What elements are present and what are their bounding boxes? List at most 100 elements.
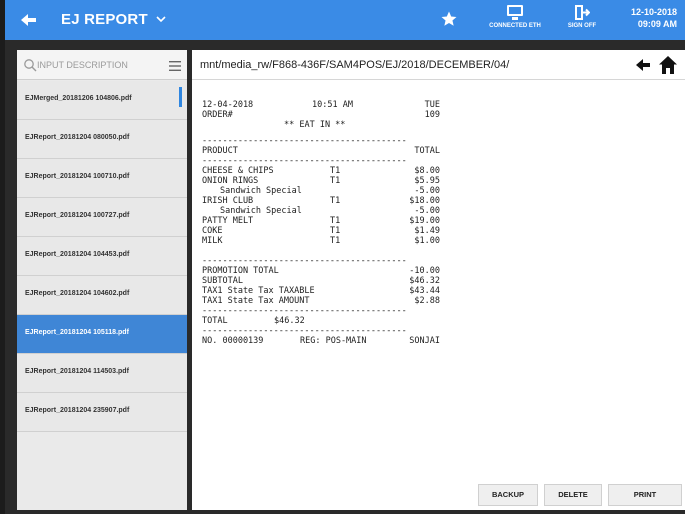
receipt-date: 12-04-2018 <box>202 100 254 110</box>
total-value: $46.32 <box>274 316 305 326</box>
item-name: CHEESE & CHIPS <box>202 166 274 176</box>
item-amount: -5.00 <box>414 206 440 216</box>
receipt-item-row: CHEESE & CHIPS T1 $8.00 <box>202 166 452 176</box>
receipt-columns: PRODUCT TOTAL <box>202 146 452 156</box>
network-status[interactable]: CONNECTED ETH <box>475 4 555 38</box>
date-text: 12-10-2018 <box>630 7 677 17</box>
item-name: MILK <box>202 236 223 246</box>
receipt-order-row: ORDER# 109 <box>202 110 452 120</box>
network-label: CONNECTED ETH <box>489 23 541 29</box>
top-bar: EJ REPORT CONNECTED ETH SIGN OFF 12-10-2… <box>5 0 685 40</box>
total-row: TOTAL $46.32 <box>202 316 452 326</box>
file-name: EJReport_20181204 100727.pdf <box>25 212 130 219</box>
receipt-number: NO. 00000139 <box>202 336 264 346</box>
item-tax-code: T1 <box>330 216 341 226</box>
item-tax-code: T1 <box>330 226 341 236</box>
file-name: EJMerged_20181206 104806.pdf <box>25 95 132 102</box>
app-frame: EJ REPORT CONNECTED ETH SIGN OFF 12-10-2… <box>5 0 685 514</box>
taxable-row: TAX1 State Tax TAXABLE $43.44 <box>202 286 452 296</box>
file-name: EJReport_20181204 100710.pdf <box>25 173 130 180</box>
item-name: Sandwich Special <box>220 186 302 196</box>
search-icon <box>23 58 37 72</box>
folder-path: mnt/media_rw/F868-436F/SAM4POS/EJ/2018/D… <box>200 59 510 71</box>
file-name: EJReport_20181204 104453.pdf <box>25 251 130 258</box>
promotion-row: PROMOTION TOTAL -10.00 <box>202 266 452 276</box>
file-list-item[interactable]: EJReport_20181204 105118.pdf <box>17 315 187 354</box>
item-name: Sandwich Special <box>220 206 302 216</box>
column-total: TOTAL <box>414 146 440 156</box>
menu-icon[interactable] <box>169 59 181 71</box>
file-list-item[interactable]: EJReport_20181204 100727.pdf <box>17 198 187 237</box>
item-amount: $5.95 <box>414 176 440 186</box>
backup-button[interactable]: BACKUP <box>478 484 538 506</box>
item-amount: $1.00 <box>414 236 440 246</box>
file-name: EJReport_20181204 114503.pdf <box>25 368 129 375</box>
file-name: EJReport_20181204 104602.pdf <box>25 290 130 297</box>
receipt: 12-04-2018 10:51 AM TUE ORDER# 109 ** EA… <box>202 100 452 346</box>
order-mode: ** EAT IN ** <box>284 120 346 130</box>
divider: ---------------------------------------- <box>202 256 407 266</box>
item-name: COKE <box>202 226 223 236</box>
delete-button[interactable]: DELETE <box>544 484 602 506</box>
receipt-item-row: ONION RINGS T1 $5.95 <box>202 176 452 186</box>
receipt-mode-row: ** EAT IN ** <box>202 120 452 130</box>
home-icon[interactable] <box>658 55 678 75</box>
receipt-item-row: MILK T1 $1.00 <box>202 236 452 246</box>
search-input[interactable] <box>37 56 157 74</box>
tax-amount-row: TAX1 State Tax AMOUNT $2.88 <box>202 296 452 306</box>
file-list-item[interactable]: EJReport_20181204 104453.pdf <box>17 237 187 276</box>
sign-off-label: SIGN OFF <box>567 23 597 29</box>
chevron-down-icon[interactable] <box>155 12 167 26</box>
search-row <box>17 50 187 80</box>
path-bar: mnt/media_rw/F868-436F/SAM4POS/EJ/2018/D… <box>192 50 685 80</box>
file-list-item[interactable]: EJReport_20181204 235907.pdf <box>17 393 187 432</box>
star-icon[interactable] <box>440 10 458 28</box>
file-name: EJReport_20181204 235907.pdf <box>25 407 130 414</box>
folder-back-icon[interactable] <box>634 57 652 73</box>
promotion-value: -10.00 <box>409 266 440 276</box>
sign-off-icon <box>575 5 590 20</box>
item-tax-code: T1 <box>330 196 341 206</box>
receipt-items: CHEESE & CHIPS T1 $8.00 ONION RINGS T1 $5.95 S… <box>202 166 452 246</box>
file-list-item[interactable]: EJReport_20181204 100710.pdf <box>17 159 187 198</box>
file-name: EJReport_20181204 080050.pdf <box>25 134 130 141</box>
sign-off-button[interactable]: SIGN OFF <box>560 4 604 38</box>
scroll-indicator[interactable] <box>179 87 182 107</box>
item-name: IRISH CLUB <box>202 196 254 206</box>
promotion-label: PROMOTION TOTAL <box>202 266 279 276</box>
file-sidebar: EJMerged_20181206 104806.pdf EJReport_201… <box>17 50 187 510</box>
monitor-icon <box>507 5 523 20</box>
receipt-header-row: 12-04-2018 10:51 AM TUE <box>202 100 452 110</box>
item-amount: $19.00 <box>409 216 440 226</box>
receipt-item-row: COKE T1 $1.49 <box>202 226 452 236</box>
subtotal-label: SUBTOTAL <box>202 276 243 286</box>
register-id: REG: POS-MAIN <box>300 336 367 346</box>
item-tax-code: T1 <box>330 236 341 246</box>
time-text: 09:09 AM <box>637 19 677 29</box>
date-time: 12-10-2018 09:09 AM <box>631 6 677 30</box>
file-name: EJReport_20181204 105118.pdf <box>25 329 129 336</box>
order-label: ORDER# <box>202 110 233 120</box>
receipt-time: 10:51 AM <box>312 100 353 110</box>
file-list-item[interactable]: EJReport_20181204 104602.pdf <box>17 276 187 315</box>
column-product: PRODUCT <box>202 146 238 156</box>
back-arrow-icon[interactable] <box>17 8 41 32</box>
file-list-item[interactable]: EJReport_20181204 114503.pdf <box>17 354 187 393</box>
item-amount: $18.00 <box>409 196 440 206</box>
app-title[interactable]: EJ REPORT <box>61 11 148 28</box>
file-list-item[interactable]: EJReport_20181204 080050.pdf <box>17 120 187 159</box>
taxable-value: $43.44 <box>409 286 440 296</box>
report-viewer: mnt/media_rw/F868-436F/SAM4POS/EJ/2018/D… <box>192 50 685 510</box>
receipt-item-row: PATTY MELT T1 $19.00 <box>202 216 452 226</box>
receipt-item-row: IRISH CLUB T1 $18.00 <box>202 196 452 206</box>
print-button[interactable]: PRINT <box>608 484 682 506</box>
file-list-item[interactable]: EJMerged_20181206 104806.pdf <box>17 81 187 120</box>
total-label: TOTAL <box>202 316 228 326</box>
item-amount: $8.00 <box>414 166 440 176</box>
tax-amount-value: $2.88 <box>414 296 440 306</box>
item-tax-code: T1 <box>330 176 341 186</box>
subtotal-value: $46.32 <box>409 276 440 286</box>
receipt-day: TUE <box>424 100 440 110</box>
tax-amount-label: TAX1 State Tax AMOUNT <box>202 296 310 306</box>
order-number: 109 <box>424 110 440 120</box>
